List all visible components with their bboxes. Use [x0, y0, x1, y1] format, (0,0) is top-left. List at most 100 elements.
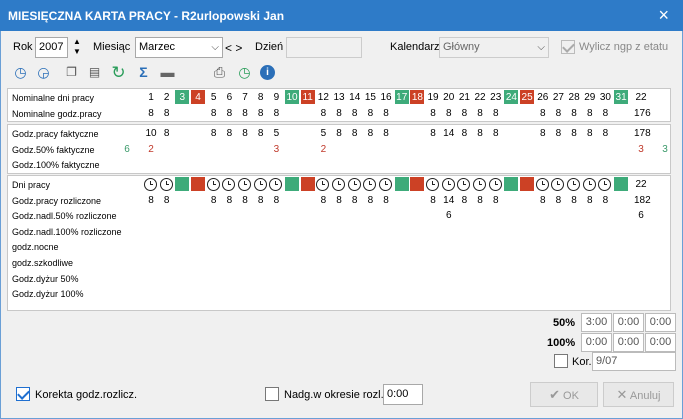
day-mark-green[interactable]	[394, 177, 409, 191]
clock-icon[interactable]	[363, 178, 377, 191]
day-value: 8	[430, 107, 436, 119]
day-value: 5	[273, 128, 280, 139]
dzien-input[interactable]	[286, 37, 362, 58]
row-label: godz.szkodliwe	[12, 258, 74, 268]
day-number: 14	[349, 92, 361, 103]
day-value: 8	[492, 194, 499, 206]
copy-icon[interactable]: ❐	[63, 64, 80, 81]
clock-icon[interactable]	[441, 178, 455, 191]
day-number: 24	[505, 92, 517, 103]
day-number: 3	[179, 92, 186, 103]
clock-icon[interactable]	[473, 178, 487, 191]
add-clock-icon[interactable]: ◷	[12, 64, 29, 81]
clock-icon[interactable]	[379, 178, 393, 191]
cancel-button[interactable]: ✕ Anuluj	[603, 382, 674, 407]
close-icon[interactable]: ×	[658, 5, 669, 25]
day-mark-green[interactable]	[614, 177, 629, 191]
korekta-checkbox[interactable]	[16, 387, 30, 401]
clock-icon[interactable]	[253, 178, 267, 191]
korekta-label: Korekta godz.rozlicz.	[35, 389, 138, 401]
day-number: 9	[273, 92, 280, 103]
day-value: 8	[492, 128, 499, 139]
day-value: 8	[242, 128, 248, 139]
nadg-input[interactable]: 0:00	[383, 384, 423, 405]
day-value: 8	[445, 107, 452, 119]
row-pre-value: 6	[124, 143, 130, 155]
clock-icon[interactable]	[426, 178, 440, 191]
clock-icon[interactable]	[535, 178, 549, 191]
day-number: 26	[537, 92, 549, 103]
day-mark-green[interactable]	[504, 177, 519, 191]
day-value: 8	[367, 107, 374, 119]
day-mark-green[interactable]	[175, 177, 190, 191]
day-value: 8	[242, 107, 248, 119]
day-value: 8	[586, 128, 593, 139]
check-icon: ✔	[549, 387, 560, 402]
day-value: 2	[320, 143, 327, 155]
refresh-icon[interactable]: ↻	[110, 64, 127, 81]
miesiac-label: Miesiąc	[93, 41, 131, 53]
miesiac-value: Marzec	[139, 41, 176, 53]
sum-icon[interactable]: Σ	[135, 64, 152, 81]
day-value: 8	[430, 128, 436, 139]
clock-icon[interactable]	[457, 178, 471, 191]
day-number: 13	[333, 92, 345, 103]
info-icon[interactable]: i	[260, 65, 275, 80]
print-icon[interactable]: ⎙	[211, 64, 228, 81]
day-mark-green[interactable]	[285, 177, 300, 191]
day-value: 8	[477, 128, 483, 139]
nadg-label: Nadg.w okresie rozl.	[284, 389, 384, 401]
row100-value: 0:00	[581, 333, 612, 352]
row-total: 3	[638, 143, 644, 155]
day-value: 8	[210, 128, 217, 139]
day-value: 8	[383, 128, 389, 139]
kalendarz-value: Główny	[443, 41, 480, 53]
remove-clock-icon[interactable]: ◶	[35, 64, 52, 81]
clock-icon[interactable]	[598, 178, 612, 191]
day-number: 30	[599, 92, 611, 103]
day-value: 8	[367, 128, 374, 139]
day-number: 21	[458, 92, 470, 103]
row-label: Godz.50% faktyczne	[12, 144, 95, 155]
day-mark-red[interactable]	[191, 177, 205, 191]
clock-icon[interactable]	[347, 178, 361, 191]
day-value: 8	[273, 194, 280, 206]
kor-input[interactable]: 9/07	[592, 352, 676, 371]
check-clock-icon[interactable]: ◷	[236, 64, 253, 81]
day-mark-red[interactable]	[410, 177, 425, 191]
day-mark-red[interactable]	[520, 177, 535, 191]
folder-icon[interactable]: ▬	[159, 64, 176, 81]
chevron-down-icon: ⌵	[537, 42, 545, 53]
clock-icon[interactable]	[332, 178, 346, 191]
clock-icon[interactable]	[582, 178, 596, 191]
rok-input[interactable]: 2007	[35, 37, 68, 58]
clock-icon[interactable]	[206, 178, 220, 191]
ok-button[interactable]: ✔ OK	[530, 382, 598, 407]
row-label: Godz.nadl.100% rozliczone	[12, 226, 122, 237]
rok-spinner[interactable]: ▲ ▼	[69, 37, 85, 58]
title-bar: MIESIĘCZNA KARTA PRACY - R2urlopowski Ja…	[0, 0, 683, 31]
paste-icon[interactable]: ▤	[86, 64, 103, 81]
kor-checkbox[interactable]	[554, 354, 568, 368]
day-value: 8	[477, 107, 483, 119]
month-nav-button[interactable]: < >	[225, 41, 242, 55]
row-total: 22	[635, 92, 647, 103]
nadg-checkbox[interactable]	[265, 387, 279, 401]
clock-icon[interactable]	[159, 178, 173, 191]
clock-icon[interactable]	[222, 178, 236, 191]
row100-value: 0:00	[645, 333, 676, 352]
clock-icon[interactable]	[567, 178, 581, 191]
day-value: 8	[163, 128, 170, 139]
clock-icon[interactable]	[316, 178, 330, 191]
kalendarz-select[interactable]: Główny ⌵	[439, 37, 549, 58]
day-value: 10	[145, 128, 157, 139]
rok-label: Rok	[13, 41, 33, 53]
wylicz-checkbox[interactable]	[561, 40, 575, 54]
miesiac-select[interactable]: Marzec ⌵	[135, 37, 223, 58]
clock-icon[interactable]	[488, 178, 502, 191]
clock-icon[interactable]	[238, 178, 252, 191]
day-mark-red[interactable]	[300, 177, 315, 191]
clock-icon[interactable]	[551, 178, 565, 191]
clock-icon[interactable]	[144, 178, 157, 191]
clock-icon[interactable]	[269, 178, 283, 191]
